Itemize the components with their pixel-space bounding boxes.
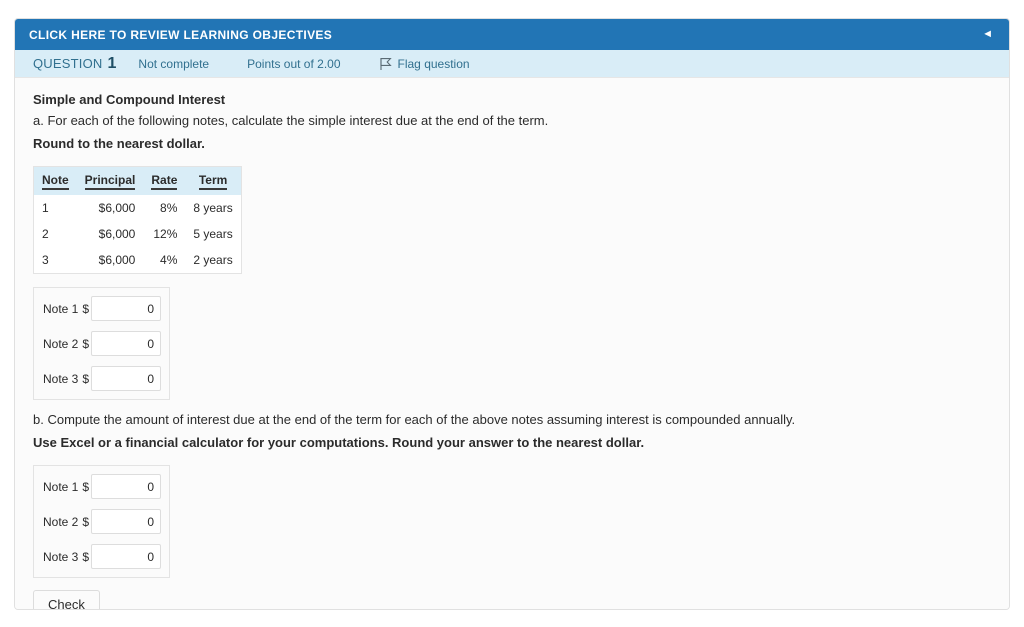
column-header-note: Note xyxy=(33,166,77,196)
cell-term: 5 years xyxy=(185,221,242,248)
currency-symbol: $ xyxy=(82,371,89,386)
cell-note: 3 xyxy=(33,247,77,274)
answer-row-b-3: Note 3 $ xyxy=(43,544,161,570)
answer-input-a-1[interactable] xyxy=(91,296,161,322)
question-number-group: QUESTION 1 xyxy=(33,55,116,73)
answer-row-a-1: Note 1 $ xyxy=(43,296,161,322)
answers-part-a: Note 1 $ Note 2 $ Note 3 $ xyxy=(33,287,170,401)
answer-row-b-2: Note 2 $ xyxy=(43,509,161,535)
check-button[interactable]: Check xyxy=(33,590,100,609)
question-word-label: QUESTION xyxy=(33,55,103,71)
question-part-a-text: a. For each of the following notes, calc… xyxy=(33,113,549,128)
question-container: CLICK HERE TO REVIEW LEARNING OBJECTIVES… xyxy=(14,18,1010,610)
question-points: Points out of 2.00 xyxy=(247,56,341,71)
cell-term: 8 years xyxy=(185,195,242,222)
column-header-rate: Rate xyxy=(143,166,186,196)
flag-question-label: Flag question xyxy=(397,56,470,71)
table-header-row: Note Principal Rate Term xyxy=(33,166,242,196)
flag-question-button[interactable]: Flag question xyxy=(379,57,470,71)
currency-symbol: $ xyxy=(82,514,89,529)
caret-left-icon[interactable]: ◄ xyxy=(978,27,997,42)
answers-part-b: Note 1 $ Note 2 $ Note 3 $ xyxy=(33,465,170,579)
table-row: 2 $6,000 12% 5 years xyxy=(33,221,242,248)
cell-principal: $6,000 xyxy=(76,247,144,274)
cell-term: 2 years xyxy=(185,247,242,274)
cell-rate: 8% xyxy=(143,195,186,222)
question-info-bar: QUESTION 1 Not complete Points out of 2.… xyxy=(15,50,1009,78)
question-number: 1 xyxy=(107,54,117,72)
learning-objectives-bar[interactable]: CLICK HERE TO REVIEW LEARNING OBJECTIVES… xyxy=(15,19,1009,50)
answer-input-b-2[interactable] xyxy=(91,509,161,535)
quiz-page: CLICK HERE TO REVIEW LEARNING OBJECTIVES… xyxy=(0,0,1024,627)
currency-symbol: $ xyxy=(82,479,89,494)
currency-symbol: $ xyxy=(82,301,89,316)
question-part-a-instruction: Round to the nearest dollar. xyxy=(33,135,205,151)
question-body: Simple and Compound Interest a. For each… xyxy=(15,78,1009,609)
cell-rate: 12% xyxy=(143,221,186,248)
answer-row-a-3: Note 3 $ xyxy=(43,366,161,392)
currency-symbol: $ xyxy=(82,549,89,564)
answer-label-b-2: Note 2 xyxy=(43,514,79,529)
question-part-b-instruction: Use Excel or a financial calculator for … xyxy=(33,434,645,450)
cell-principal: $6,000 xyxy=(76,221,144,248)
learning-objectives-label: CLICK HERE TO REVIEW LEARNING OBJECTIVES xyxy=(29,27,333,42)
notes-table-body: 1 $6,000 8% 8 years 2 $6,000 12% 5 years… xyxy=(33,195,242,274)
notes-table-header: Note Principal Rate Term xyxy=(33,166,242,196)
answer-label-b-3: Note 3 xyxy=(43,549,79,564)
currency-symbol: $ xyxy=(82,336,89,351)
answer-label-b-1: Note 1 xyxy=(43,479,79,494)
answer-label-a-3: Note 3 xyxy=(43,371,79,386)
table-row: 1 $6,000 8% 8 years xyxy=(33,195,242,222)
notes-table: Note Principal Rate Term 1 $6,000 8% 8 y… xyxy=(33,166,242,275)
cell-note: 1 xyxy=(33,195,77,222)
answer-input-a-2[interactable] xyxy=(91,331,161,357)
answer-label-a-2: Note 2 xyxy=(43,336,79,351)
column-header-principal: Principal xyxy=(76,166,144,196)
answer-input-a-3[interactable] xyxy=(91,366,161,392)
cell-rate: 4% xyxy=(143,247,186,274)
table-row: 3 $6,000 4% 2 years xyxy=(33,247,242,274)
answer-input-b-3[interactable] xyxy=(91,544,161,570)
answer-row-a-2: Note 2 $ xyxy=(43,331,161,357)
flag-icon xyxy=(379,57,392,71)
column-header-term: Term xyxy=(185,166,242,196)
cell-principal: $6,000 xyxy=(76,195,144,222)
question-status: Not complete xyxy=(138,56,210,71)
question-part-b-text: b. Compute the amount of interest due at… xyxy=(33,412,796,428)
answer-input-b-1[interactable] xyxy=(91,474,161,500)
answer-row-b-1: Note 1 $ xyxy=(43,474,161,500)
cell-note: 2 xyxy=(33,221,77,248)
question-title: Simple and Compound Interest xyxy=(33,92,226,107)
answer-label-a-1: Note 1 xyxy=(43,301,79,316)
